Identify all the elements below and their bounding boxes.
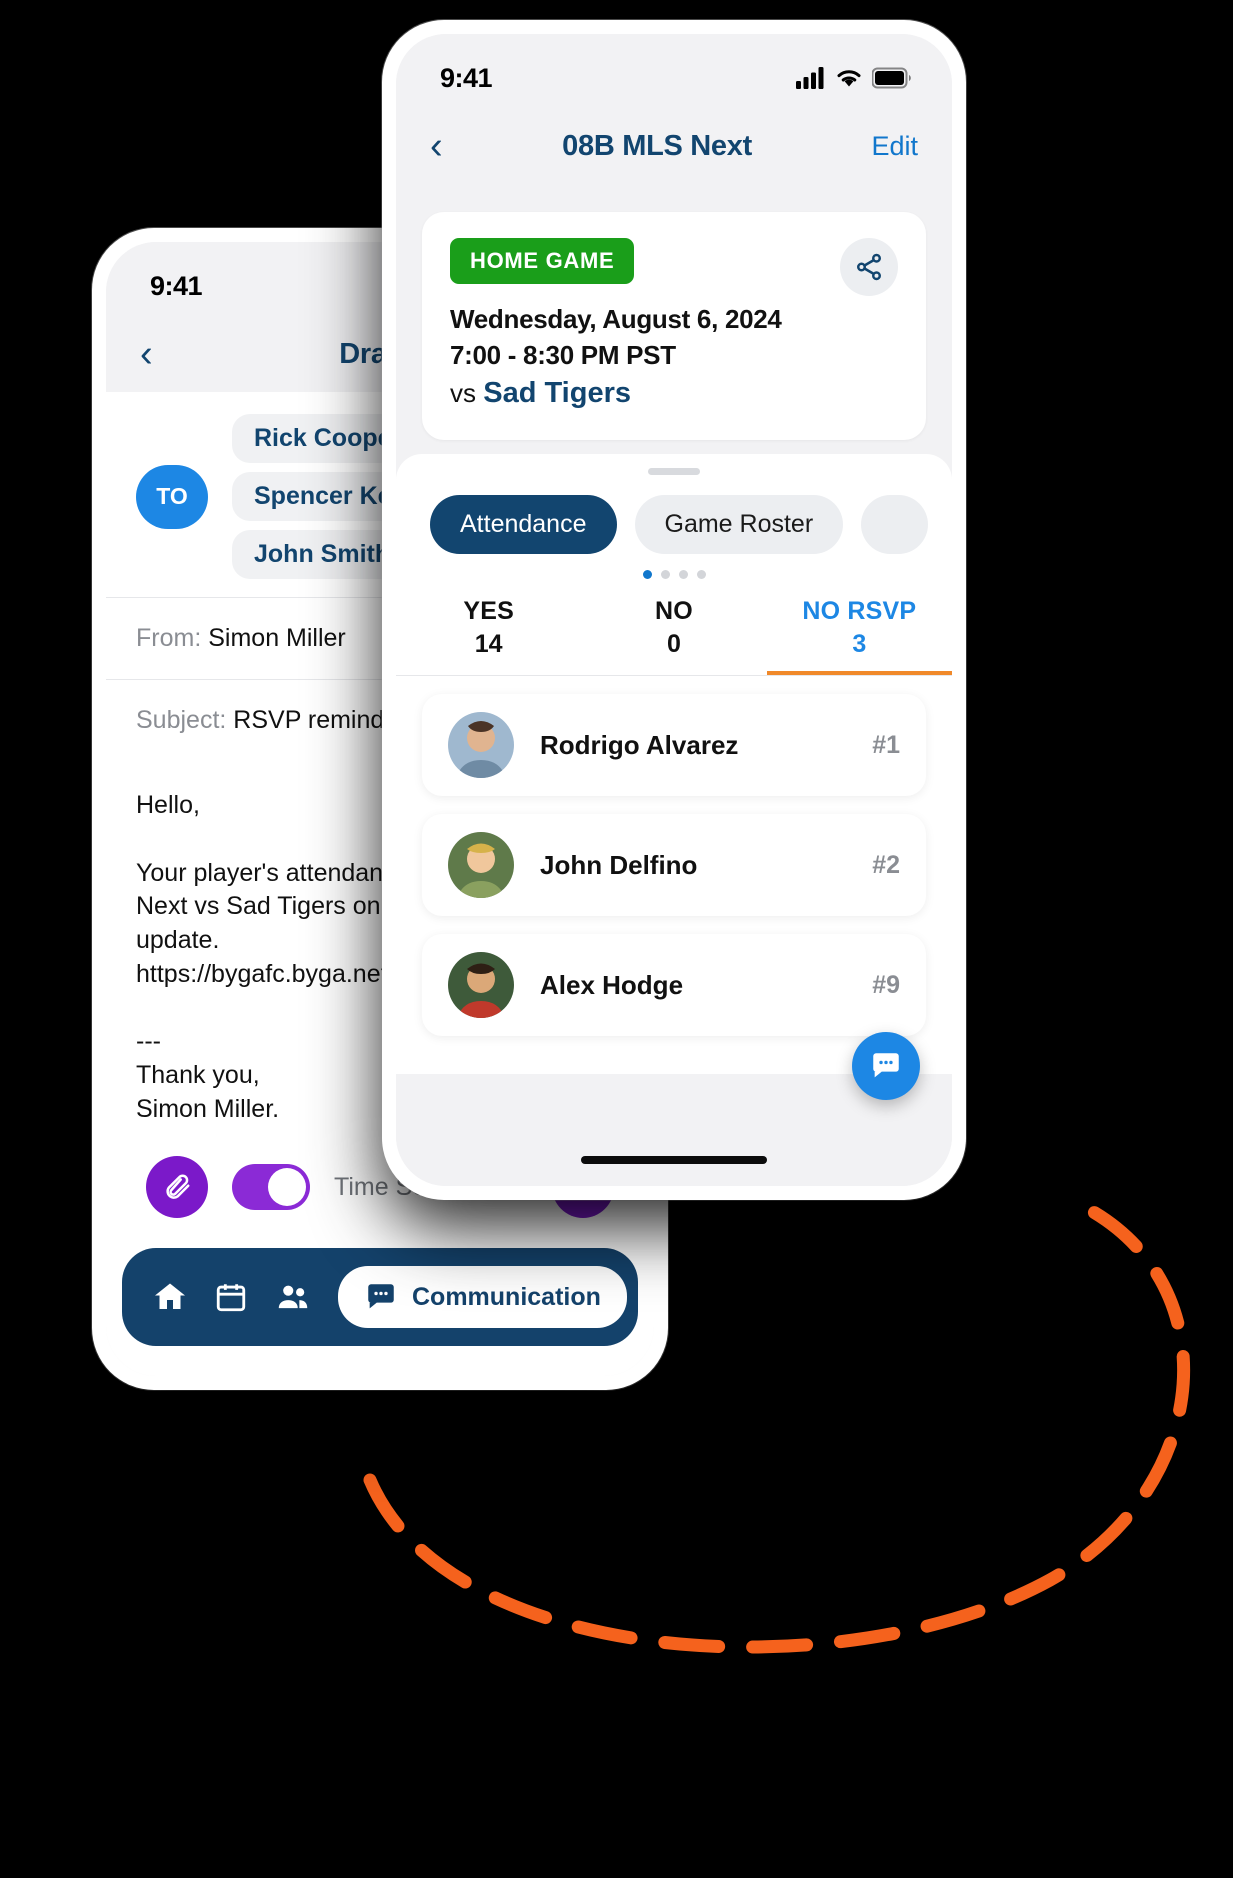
game-info-card: HOME GAME Wednesday, August 6, 2024 7:00…	[422, 212, 926, 440]
front-status-icons	[796, 67, 912, 89]
home-game-badge: HOME GAME	[450, 238, 635, 284]
front-phone-mockup: 9:41 ‹ 08B MLS Next Edit HOME GAME Wedne…	[382, 20, 966, 1200]
chat-bubble-icon	[368, 1284, 394, 1309]
team-page-title: 08B MLS Next	[562, 129, 752, 162]
list-item[interactable]: Rodrigo Alvarez #1	[422, 694, 926, 796]
list-item[interactable]: John Delfino #2	[422, 814, 926, 916]
page-dot[interactable]	[696, 570, 706, 579]
tab-home[interactable]	[152, 1279, 188, 1315]
front-phone-screen: 9:41 ‹ 08B MLS Next Edit HOME GAME Wedne…	[396, 34, 952, 1186]
share-button[interactable]	[840, 238, 898, 296]
front-status-bar: 9:41	[396, 34, 952, 108]
from-value: Simon Miller	[208, 624, 346, 652]
cellular-signal-icon	[796, 67, 824, 89]
more-button[interactable]	[652, 1292, 654, 1302]
front-nav-bar: ‹ 08B MLS Next Edit	[396, 108, 952, 184]
stat-no-label: NO	[655, 597, 693, 625]
page-dot[interactable]	[642, 570, 652, 579]
vs-label: vs	[450, 378, 476, 408]
player-list: Rodrigo Alvarez #1 John Delfino #2 Alex …	[396, 676, 952, 1036]
stat-yes-value: 14	[474, 630, 503, 658]
tab-game-roster[interactable]: Game Roster	[634, 495, 844, 554]
home-icon	[155, 1283, 185, 1309]
attendance-sheet: Attendance Game Roster YES 14 NO 0 NO RS…	[396, 454, 952, 1074]
tab-next-partial[interactable]	[861, 495, 929, 554]
back-status-time: 9:41	[150, 270, 203, 301]
tab-people[interactable]	[274, 1278, 312, 1316]
tab-calendar[interactable]	[214, 1280, 248, 1314]
time-sensitive-toggle[interactable]	[232, 1164, 310, 1210]
page-dot[interactable]	[660, 570, 670, 579]
opponent-name: Sad Tigers	[483, 377, 631, 409]
calendar-icon	[216, 1284, 246, 1312]
page-dot[interactable]	[678, 570, 688, 579]
attach-button[interactable]	[146, 1156, 208, 1218]
battery-icon	[872, 67, 911, 89]
paperclip-icon	[166, 1174, 190, 1199]
back-button-icon[interactable]: ‹	[140, 335, 153, 373]
player-avatar-photo	[448, 952, 514, 1018]
toggle-knob	[268, 1168, 306, 1206]
player-avatar-photo	[448, 712, 514, 778]
stat-no-rsvp[interactable]: NO RSVP 3	[767, 589, 952, 675]
people-icon	[278, 1285, 308, 1309]
sheet-grabber[interactable]	[648, 468, 700, 475]
list-item[interactable]: Alex Hodge #9	[422, 934, 926, 1036]
player-number: #2	[872, 850, 900, 879]
chat-bubble-icon	[873, 1053, 899, 1078]
stat-no-rsvp-value: 3	[852, 630, 867, 658]
front-home-indicator	[581, 1156, 767, 1164]
bottom-tab-bar: Communication	[122, 1248, 654, 1346]
tab-communication-label: Communication	[412, 1282, 601, 1311]
tab-attendance[interactable]: Attendance	[430, 495, 617, 554]
share-icon	[857, 253, 881, 281]
game-date: Wednesday, August 6, 2024	[450, 304, 782, 334]
subject-label: Subject:	[136, 706, 227, 734]
stat-yes[interactable]: YES 14	[396, 589, 581, 675]
stat-no[interactable]: NO 0	[581, 589, 766, 675]
player-name: John Delfino	[540, 849, 698, 880]
stat-no-rsvp-label: NO RSVP	[802, 597, 917, 625]
player-name: Alex Hodge	[540, 969, 684, 1000]
stat-no-value: 0	[667, 630, 681, 658]
stat-yes-label: YES	[463, 597, 514, 625]
rsvp-stats-row: YES 14 NO 0 NO RSVP 3	[396, 589, 952, 676]
from-label: From:	[136, 624, 202, 652]
back-home-indicator	[280, 1358, 480, 1366]
page-dots	[396, 570, 952, 579]
to-badge: TO	[136, 464, 208, 529]
player-number: #9	[872, 970, 900, 999]
chat-fab-button[interactable]	[852, 1032, 920, 1100]
player-avatar-photo	[448, 832, 514, 898]
game-opponent-row: vs Sad Tigers	[450, 377, 898, 410]
front-status-time: 9:41	[440, 62, 493, 93]
edit-button[interactable]: Edit	[871, 131, 918, 162]
game-time: 7:00 - 8:30 PM PST	[450, 340, 676, 370]
poster-stage: 9:41 ‹ Draft TO Rick Cooper's co Spencer…	[0, 0, 1233, 1878]
player-number: #1	[872, 730, 900, 759]
wifi-icon	[837, 70, 861, 87]
tab-communication[interactable]: Communication	[338, 1266, 627, 1328]
back-button-icon[interactable]: ‹	[430, 127, 443, 165]
player-name: Rodrigo Alvarez	[540, 729, 739, 760]
